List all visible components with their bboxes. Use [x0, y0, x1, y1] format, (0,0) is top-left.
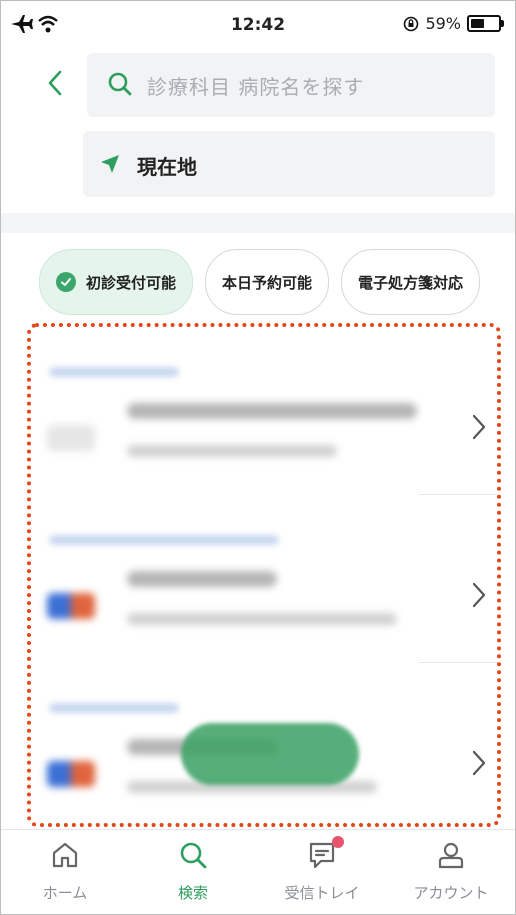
nav-account[interactable]: アカウント	[387, 830, 515, 914]
search-icon	[107, 71, 133, 101]
phone-screen: 12:42 59% 診療科目 病院名を探す 現在地 初診受付可能 本日予約可能 …	[0, 0, 516, 915]
location-label: 現在地	[137, 155, 197, 179]
location-arrow-icon	[99, 153, 121, 179]
filter-chip-label: 初診受付可能	[86, 273, 177, 292]
filter-chip-today[interactable]: 本日予約可能	[205, 249, 330, 315]
nav-inbox-label: 受信トレイ	[284, 884, 360, 902]
orientation-lock-icon	[404, 16, 419, 31]
nav-home[interactable]: ホーム	[1, 830, 129, 914]
nav-search[interactable]: 検索	[129, 830, 257, 914]
search-placeholder: 診療科目 病院名を探す	[147, 75, 365, 99]
section-divider	[1, 213, 515, 233]
search-icon	[180, 842, 207, 869]
filter-chip-e-prescription[interactable]: 電子処方箋対応	[341, 249, 481, 315]
location-button[interactable]: 現在地	[83, 131, 495, 197]
filter-chip-first-visit[interactable]: 初診受付可能	[39, 249, 194, 315]
home-icon	[52, 842, 78, 868]
user-icon	[438, 842, 464, 869]
chevron-left-icon	[48, 70, 62, 96]
battery-percent: 59%	[425, 14, 461, 33]
notification-badge	[332, 836, 344, 848]
highlight-annotation	[27, 323, 501, 827]
filter-chip-label: 本日予約可能	[222, 273, 313, 292]
nav-account-label: アカウント	[413, 884, 489, 902]
back-button[interactable]	[45, 68, 75, 108]
nav-inbox[interactable]: 受信トレイ	[258, 830, 386, 914]
status-right: 59%	[403, 14, 504, 33]
bottom-nav: ホーム 検索 受信トレイ アカウント	[1, 829, 515, 914]
filter-chips: 初診受付可能 本日予約可能 電子処方箋対応	[39, 249, 481, 315]
check-icon	[56, 272, 76, 292]
nav-home-label: ホーム	[42, 884, 88, 902]
battery-icon	[467, 15, 504, 32]
filter-chip-label: 電子処方箋対応	[358, 273, 464, 292]
status-bar: 12:42 59%	[1, 1, 515, 49]
nav-search-label: 検索	[177, 884, 208, 902]
search-input[interactable]: 診療科目 病院名を探す	[87, 53, 495, 117]
